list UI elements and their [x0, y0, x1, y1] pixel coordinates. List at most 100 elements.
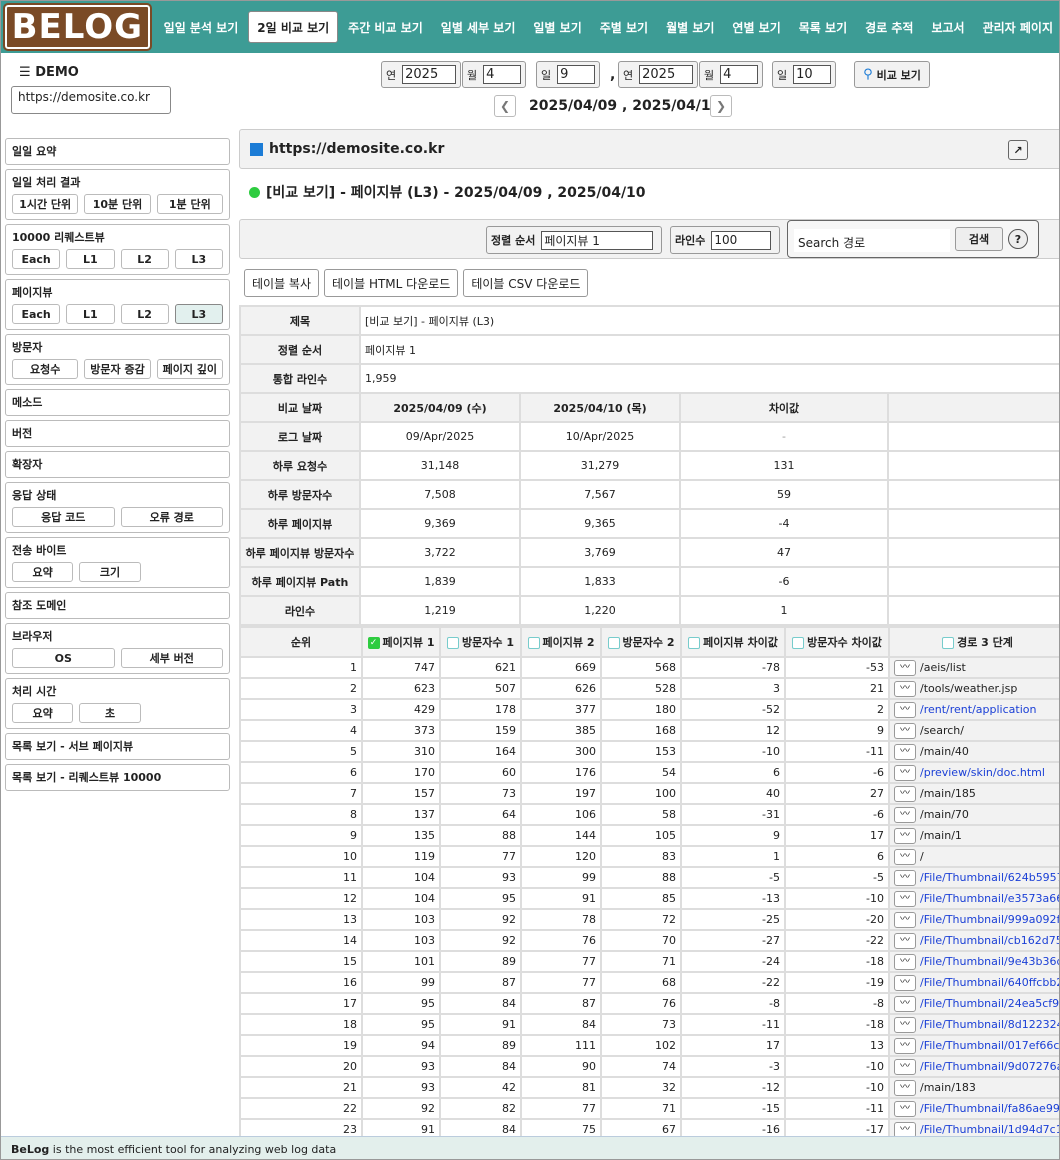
- sidebar-button[interactable]: 10분 단위: [84, 194, 151, 214]
- sidebar-group-title[interactable]: 버전: [12, 425, 223, 441]
- column-checkbox[interactable]: [688, 637, 701, 649]
- menu-icon[interactable]: ☰: [19, 65, 31, 80]
- trend-chart-icon[interactable]: 〰: [894, 659, 916, 676]
- trend-chart-icon[interactable]: 〰: [894, 848, 916, 865]
- trend-chart-icon[interactable]: 〰: [894, 680, 916, 697]
- sidebar-button[interactable]: 응답 코드: [12, 507, 115, 527]
- date1-day[interactable]: 일9: [536, 61, 601, 88]
- trend-chart-icon[interactable]: 〰: [894, 1037, 916, 1054]
- trend-chart-icon[interactable]: 〰: [894, 785, 916, 802]
- trend-chart-icon[interactable]: 〰: [894, 764, 916, 781]
- path-text[interactable]: /File/Thumbnail/1d94d7c15: [920, 1123, 1059, 1136]
- help-icon[interactable]: ?: [1008, 229, 1028, 249]
- next-date-button[interactable]: ❯: [710, 95, 732, 117]
- trend-chart-icon[interactable]: 〰: [894, 701, 916, 718]
- nav-tab[interactable]: 월별 보기: [658, 11, 722, 43]
- sidebar-button[interactable]: L1: [66, 249, 115, 269]
- table-header[interactable]: 페이지뷰 2: [520, 626, 602, 658]
- path-text[interactable]: /rent/rent/application: [920, 703, 1036, 716]
- sidebar-group-title[interactable]: 확장자: [12, 456, 223, 472]
- path-text[interactable]: /File/Thumbnail/24ea5cf9e: [920, 997, 1059, 1010]
- sidebar-button[interactable]: 크기: [79, 562, 141, 582]
- date1-year[interactable]: 연 2025: [381, 61, 462, 88]
- sidebar-button[interactable]: 요청수: [12, 359, 79, 379]
- trend-chart-icon[interactable]: 〰: [894, 890, 916, 907]
- sidebar-button[interactable]: 오류 경로: [120, 507, 223, 527]
- date2-day[interactable]: 일 10: [772, 61, 837, 88]
- column-checkbox[interactable]: [607, 637, 620, 649]
- trend-chart-icon[interactable]: 〰: [894, 722, 916, 739]
- nav-tab[interactable]: 경로 추적: [857, 11, 921, 43]
- sidebar-button[interactable]: Each: [12, 304, 61, 324]
- sidebar-button[interactable]: 요약: [12, 562, 74, 582]
- sidebar-group-title[interactable]: 목록 보기 - 서브 페이지뷰: [12, 738, 223, 754]
- sidebar-button[interactable]: L2: [120, 249, 169, 269]
- sidebar-group-title[interactable]: 목록 보기 - 리퀘스트뷰 10000: [12, 769, 223, 785]
- nav-tab[interactable]: 목록 보기: [791, 11, 855, 43]
- sidebar-button[interactable]: 페이지 깊이: [156, 359, 223, 379]
- nav-tab[interactable]: 일일 분석 보기: [156, 11, 247, 43]
- path-text[interactable]: /File/Thumbnail/017ef66ca: [920, 1039, 1059, 1052]
- search-button[interactable]: 검색: [955, 227, 1003, 251]
- trend-chart-icon[interactable]: 〰: [894, 1058, 916, 1075]
- table-header[interactable]: 방문자수 차이값: [784, 626, 890, 658]
- trend-chart-icon[interactable]: 〰: [894, 869, 916, 886]
- path-text[interactable]: /File/Thumbnail/e3573a663: [920, 892, 1059, 905]
- trend-chart-icon[interactable]: 〰: [894, 806, 916, 823]
- sidebar-group-title[interactable]: 일일 요약: [12, 143, 223, 159]
- download-button[interactable]: 테이블 CSV 다운로드: [463, 269, 589, 297]
- download-button[interactable]: 테이블 복사: [244, 269, 320, 297]
- nav-tab[interactable]: 주간 비교 보기: [340, 11, 431, 43]
- prev-date-button[interactable]: ❮: [494, 95, 516, 117]
- column-checkbox[interactable]: [527, 637, 540, 649]
- path-text[interactable]: /File/Thumbnail/999a092fe: [920, 913, 1059, 926]
- search-input[interactable]: Search 경로: [794, 229, 950, 252]
- sidebar-button[interactable]: OS: [12, 648, 115, 668]
- sidebar-button[interactable]: L3: [174, 304, 223, 324]
- path-text[interactable]: /File/Thumbnail/fa86ae99c: [920, 1102, 1059, 1115]
- trend-chart-icon[interactable]: 〰: [894, 974, 916, 991]
- nav-tab[interactable]: 관리자 페이지: [975, 11, 1059, 43]
- nav-tab[interactable]: 보고서: [923, 11, 972, 43]
- belog-logo[interactable]: BELOG: [3, 3, 152, 51]
- sidebar-button[interactable]: 초: [79, 703, 141, 723]
- sort-order-field[interactable]: 정렬 순서 페이지뷰 1: [486, 226, 662, 254]
- path-text[interactable]: /File/Thumbnail/640ffcbb2b: [920, 976, 1059, 989]
- sidebar-button[interactable]: 세부 버전: [120, 648, 223, 668]
- table-header[interactable]: ✓ 페이지뷰 1: [361, 626, 441, 658]
- column-checkbox[interactable]: ✓: [367, 637, 380, 649]
- trend-chart-icon[interactable]: 〰: [894, 1079, 916, 1096]
- sidebar-button[interactable]: Each: [12, 249, 61, 269]
- sidebar-button[interactable]: L3: [174, 249, 223, 269]
- site-selector-title[interactable]: ☰ DEMO: [19, 65, 79, 80]
- table-header[interactable]: 방문자수 1: [439, 626, 522, 658]
- column-checkbox[interactable]: [447, 637, 460, 649]
- nav-tab[interactable]: 일별 보기: [525, 11, 589, 43]
- sidebar-button[interactable]: L2: [120, 304, 169, 324]
- trend-chart-icon[interactable]: 〰: [894, 743, 916, 760]
- table-header[interactable]: 페이지뷰 차이값: [680, 626, 786, 658]
- compare-button[interactable]: ⚲ 비교 보기: [854, 61, 930, 88]
- path-text[interactable]: /File/Thumbnail/624b59573: [920, 871, 1059, 884]
- sidebar-button[interactable]: 1시간 단위: [12, 194, 79, 214]
- sidebar-group-title[interactable]: 메소드: [12, 394, 223, 410]
- line-count-field[interactable]: 라인수 100: [670, 226, 780, 254]
- trend-chart-icon[interactable]: 〰: [894, 932, 916, 949]
- path-text[interactable]: /preview/skin/doc.html: [920, 766, 1045, 779]
- column-checkbox[interactable]: [792, 637, 805, 649]
- table-header[interactable]: 경로 3 단계: [888, 626, 1059, 658]
- nav-tab[interactable]: 일별 세부 보기: [433, 11, 524, 43]
- trend-chart-icon[interactable]: 〰: [894, 995, 916, 1012]
- column-checkbox[interactable]: [942, 637, 955, 649]
- date2-year[interactable]: 연 2025: [618, 61, 699, 88]
- table-header[interactable]: 방문자수 2: [600, 626, 682, 658]
- nav-tab[interactable]: 주별 보기: [592, 11, 656, 43]
- path-text[interactable]: /File/Thumbnail/9d07276ac: [920, 1060, 1059, 1073]
- date1-month[interactable]: 월4: [462, 61, 527, 88]
- sidebar-button[interactable]: 요약: [12, 703, 74, 723]
- trend-chart-icon[interactable]: 〰: [894, 911, 916, 928]
- sidebar-group-title[interactable]: 참조 도메인: [12, 597, 223, 613]
- trend-chart-icon[interactable]: 〰: [894, 1100, 916, 1117]
- sidebar-button[interactable]: 1분 단위: [156, 194, 223, 214]
- date2-month[interactable]: 월4: [699, 61, 764, 88]
